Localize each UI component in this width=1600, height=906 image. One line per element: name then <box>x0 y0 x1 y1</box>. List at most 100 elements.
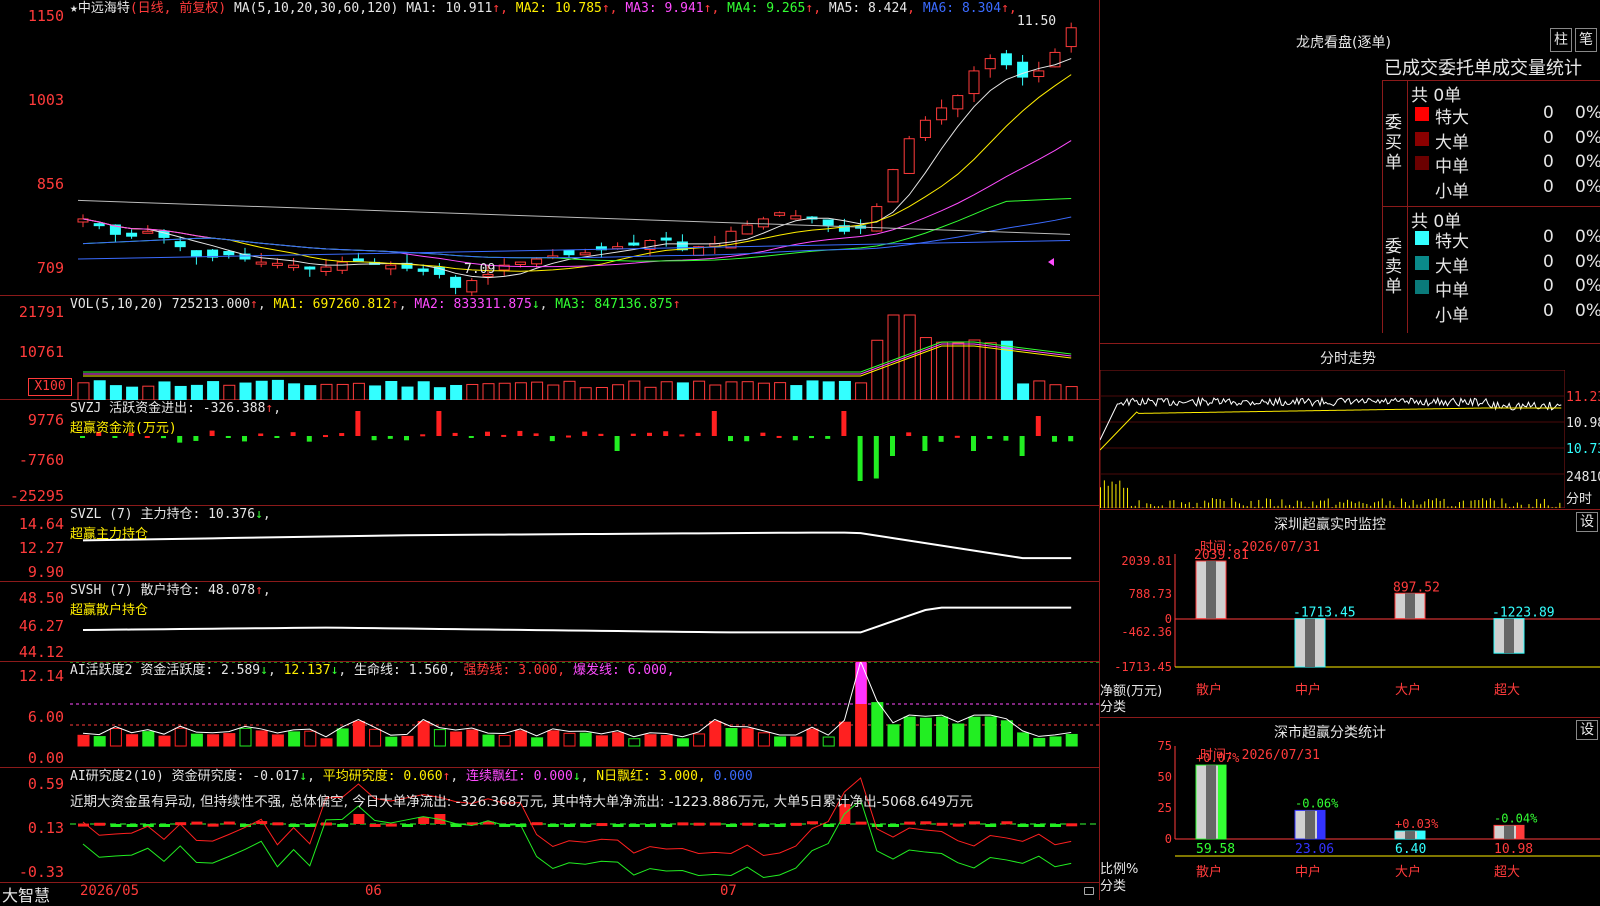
active-bar <box>94 737 105 746</box>
active-bar <box>596 736 607 746</box>
research-legend: AI研究度2(10) 资金研究度: -0.017↓, 平均研究度: 0.060↑… <box>70 768 753 785</box>
intraday-vol-bar <box>1193 507 1194 508</box>
buy-row-swatch-0 <box>1415 107 1429 121</box>
intraday-vol-bar <box>1471 501 1472 508</box>
intraday-vol-bar <box>1447 507 1448 508</box>
intraday-panel[interactable]: 分时走势 11.23 10.98 10.73 24810 分时 <box>1100 344 1600 510</box>
dragon-title: 龙虎看盘(逐单) <box>1296 32 1391 52</box>
price-panel[interactable]: 1150 1003 856 709 ★中远海特(日线, 前复权) MA(5,10… <box>0 0 1100 296</box>
active-panel[interactable]: ↓↓ 12.14 6.00 0.00 AI活跃度2 资金活跃度: 2.589↓,… <box>0 662 1100 768</box>
candlestick-chart[interactable] <box>70 0 1100 296</box>
active-bar <box>159 736 170 746</box>
research-bar <box>386 824 397 827</box>
research-bar <box>758 824 769 827</box>
buy-row-pct-3: 0% <box>1575 177 1600 197</box>
active-bar <box>483 735 494 746</box>
fund-flow-bar <box>485 432 490 436</box>
intraday-vol-bar <box>1146 503 1147 508</box>
buy-row-count-1: 0 <box>1543 128 1554 148</box>
intraday-vol-bar <box>1316 505 1317 508</box>
volume-bar <box>127 387 138 400</box>
fund-flow-bar <box>825 436 830 439</box>
fund-flow-bar <box>955 436 960 438</box>
candle-body <box>451 277 461 287</box>
monitor-tick-4: -1713.45 <box>1114 660 1172 674</box>
candle-body <box>920 120 930 137</box>
dragon-col-divider <box>1407 81 1408 333</box>
fund-flow-bar <box>534 433 539 436</box>
active-bar <box>872 703 883 746</box>
active-bar <box>839 722 850 746</box>
intraday-y-label-0: 11.23 <box>1566 390 1600 405</box>
fund-flow-bar <box>372 436 377 440</box>
classify-bar-shade <box>1206 765 1216 839</box>
active-y-label-1: 6.00 <box>0 709 64 725</box>
active-bar <box>564 733 575 746</box>
svzj-panel[interactable]: 9776 -7760 -25295 SVZJ 活跃资金进出: -326.388↑… <box>0 400 1100 506</box>
volume-bar <box>321 384 332 400</box>
research-panel[interactable]: 0.59 0.13 -0.33 AI研究度2(10) 资金研究度: -0.017… <box>0 768 1100 882</box>
intraday-vol-bar <box>1548 505 1549 508</box>
sell-row-pct-1: 0% <box>1575 252 1600 272</box>
star-icon: ★ <box>70 1 78 16</box>
monitor-bar-shade <box>1206 561 1216 619</box>
intraday-vol-bar <box>1224 501 1225 508</box>
pen-view-button[interactable]: 笔 <box>1575 28 1597 52</box>
candle-body <box>1034 71 1044 77</box>
classify-category-label: 大户 <box>1395 864 1421 880</box>
intraday-vol-bar <box>1444 499 1445 508</box>
active-bar <box>661 735 672 746</box>
intraday-avg-line <box>1100 408 1561 450</box>
intraday-vol-bar <box>1301 501 1302 508</box>
active-bar <box>726 729 737 746</box>
volume-panel[interactable]: 21791 10761 X100 VOL(5,10,20) 725213.000… <box>0 296 1100 400</box>
fund-flow-bar <box>210 431 215 436</box>
intraday-vol-label: 24810 <box>1566 470 1600 485</box>
sell-row-count-1: 0 <box>1543 252 1554 272</box>
intraday-vol-bar <box>1555 507 1556 508</box>
svsh-panel[interactable]: 48.50 46.27 44.12 SVSH (7) 散户持仓: 48.078↑… <box>0 582 1100 662</box>
intraday-vol-bar <box>1428 499 1429 508</box>
intraday-vol-bar <box>1285 506 1286 508</box>
monitor-value-label: -1223.89 <box>1492 606 1555 621</box>
intraday-vol-bar <box>1509 507 1510 508</box>
svzj-y-label-1: -7760 <box>0 452 64 468</box>
bar-view-button[interactable]: 柱 <box>1550 28 1572 52</box>
monitor-bar-1 <box>1295 619 1325 667</box>
candle-body <box>953 96 963 109</box>
active-bar <box>1050 737 1061 746</box>
svsh-legend: SVSH (7) 散户持仓: 48.078↑, <box>70 582 271 599</box>
fund-flow-bar <box>582 432 587 436</box>
classify-value-label: 10.98 <box>1494 842 1533 857</box>
monitor-bar-shade <box>1504 619 1514 654</box>
svzl-panel[interactable]: 14.64 12.27 9.90 SVZL (7) 主力持仓: 10.376↓,… <box>0 506 1100 582</box>
classify-chart: 7550250+0.07%59.58散户-0.06%23.06中户+0.03%6… <box>1100 718 1600 900</box>
research-chart[interactable] <box>70 768 1100 882</box>
research-bar <box>807 821 818 824</box>
intraday-vol-bar <box>1181 502 1182 508</box>
active-bar <box>710 722 721 747</box>
intraday-chart[interactable] <box>1100 370 1565 508</box>
monitor-category-label: 中户 <box>1295 682 1321 698</box>
research-bar <box>694 823 705 826</box>
candle-body <box>321 267 331 271</box>
intraday-title: 分时走势 <box>1320 348 1376 368</box>
intraday-vol-bar <box>1501 498 1502 508</box>
sell-row-swatch-3 <box>1415 305 1429 319</box>
active-bar <box>953 724 964 746</box>
price-y-label-0: 1150 <box>0 8 64 24</box>
fund-flow-bar <box>80 436 85 438</box>
intraday-vol-bar <box>1185 504 1186 508</box>
monitor-value-label: 897.52 <box>1393 580 1440 595</box>
research-bar <box>1018 824 1029 827</box>
ma5-line <box>78 200 1070 234</box>
research-bar <box>305 824 316 827</box>
lock-icon[interactable] <box>1084 887 1094 895</box>
active-bar <box>888 725 899 746</box>
monitor-tick-1: 788.73 <box>1129 587 1172 601</box>
classify-tick-2: 25 <box>1158 801 1172 815</box>
active-bar <box>645 735 656 746</box>
intraday-vol-bar <box>1370 506 1371 508</box>
volume-bar <box>418 382 429 400</box>
volume-bar <box>483 384 494 400</box>
